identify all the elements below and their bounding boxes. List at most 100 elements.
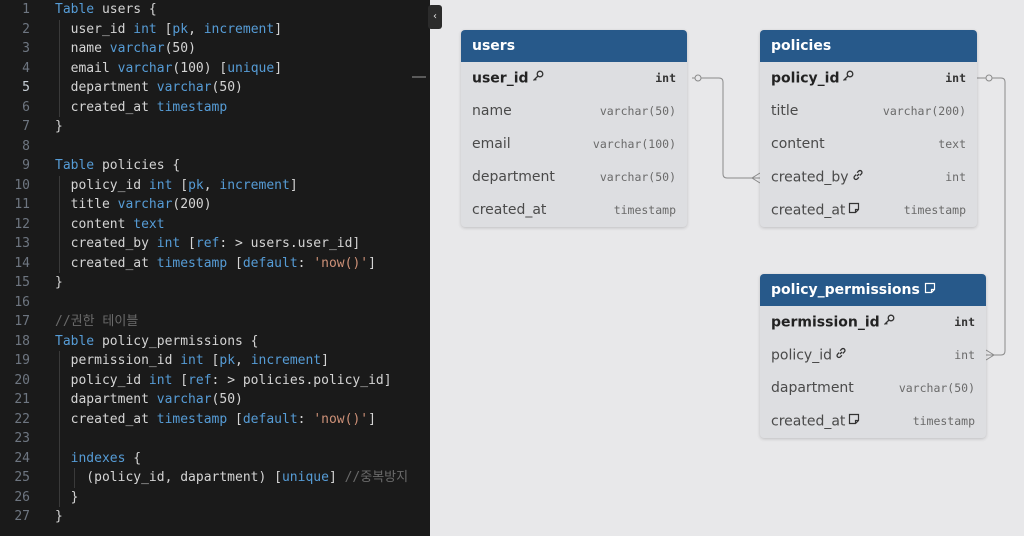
code-line[interactable]: 14 created_at timestamp [default: 'now()… (0, 254, 430, 274)
line-number: 9 (22, 158, 30, 173)
diagram-canvas[interactable]: users user_id int name varchar(50) email varc… (430, 0, 1024, 536)
indent-guide (73, 468, 75, 488)
line-number: 15 (14, 275, 30, 290)
code-text: Table users { (55, 2, 157, 17)
code-line[interactable]: 2 user_id int [pk, increment] (0, 20, 430, 40)
field-name: user_id (472, 70, 529, 87)
code-line[interactable]: 7} (0, 117, 430, 137)
line-number: 1 (22, 2, 30, 17)
field-name: created_at (771, 202, 846, 219)
link-icon (835, 339, 847, 372)
field-type: timestamp (613, 203, 676, 217)
table-header-users[interactable]: users (461, 30, 687, 62)
code-text: } (55, 275, 63, 290)
field-row-dapartment[interactable]: dapartment varchar(50) (760, 372, 986, 405)
code-line[interactable]: 10 policy_id int [pk, increment] (0, 176, 430, 196)
code-line[interactable]: 24 indexes { (0, 449, 430, 469)
table-header-policy-permissions[interactable]: policy_permissions (760, 274, 986, 306)
field-row-created-at[interactable]: created_at timestamp (760, 194, 977, 227)
code-line[interactable]: 22 created_at timestamp [default: 'now()… (0, 410, 430, 430)
code-text: } (55, 119, 63, 134)
table-title: policies (771, 38, 832, 54)
code-text: Table policy_permissions { (55, 333, 259, 349)
code-line[interactable]: 23 (0, 429, 430, 449)
field-row-created-by[interactable]: created_by int (760, 161, 977, 194)
key-icon (532, 62, 544, 95)
field-type: timestamp (912, 414, 975, 428)
code-text: title varchar(200) (55, 197, 212, 212)
table-users[interactable]: users user_id int name varchar(50) email varc… (461, 30, 687, 227)
field-row-email[interactable]: email varchar(100) (461, 128, 687, 161)
code-line[interactable]: 11 title varchar(200) (0, 195, 430, 215)
code-text: (policy_id, dapartment) [unique] //중복방지 (55, 470, 409, 485)
field-name: created_by (771, 169, 849, 186)
code-line[interactable]: 17 //권한 테이블 (0, 312, 430, 332)
collapse-panel-button[interactable]: ‹ (428, 5, 442, 29)
field-row-policy-id[interactable]: policy_id int (760, 339, 986, 372)
code-line[interactable]: 18 Table policy_permissions { (0, 332, 430, 352)
field-row-created-at[interactable]: created_at timestamp (760, 405, 986, 438)
line-number: 26 (14, 489, 30, 505)
table-title: users (472, 38, 516, 54)
code-text: created_at timestamp (55, 99, 228, 115)
code-text: dapartment varchar(50) (55, 392, 243, 407)
code-line[interactable]: 21 dapartment varchar(50) (0, 390, 430, 410)
field-name: created_at (472, 202, 547, 218)
note-icon[interactable] (924, 274, 936, 306)
table-policies[interactable]: policies policy_id int title varchar(200) co… (760, 30, 977, 227)
field-type: timestamp (903, 203, 966, 217)
table-header-policies[interactable]: policies (760, 30, 977, 62)
line-number: 8 (22, 138, 30, 154)
line-number: 4 (22, 60, 30, 76)
field-row-permission-id[interactable]: permission_id int (760, 306, 986, 339)
code-line[interactable]: 6 created_at timestamp (0, 98, 430, 118)
code-line[interactable]: 16 (0, 293, 430, 313)
key-icon (883, 306, 895, 339)
code-line[interactable]: 19 permission_id int [pk, increment] (0, 351, 430, 371)
code-line[interactable]: 12 content text (0, 215, 430, 235)
code-line[interactable]: 13 created_by int [ref: > users.user_id] (0, 234, 430, 254)
field-name: email (472, 136, 511, 152)
code-line[interactable]: 26 } (0, 488, 430, 508)
code-text: department varchar(50) (55, 80, 243, 95)
line-number: 18 (14, 333, 30, 349)
field-type: varchar(50) (898, 381, 975, 395)
code-editor[interactable]: 1 Table users { 2 user_id int [pk, increme… (0, 0, 430, 536)
field-type: int (655, 71, 676, 85)
field-row-created-at[interactable]: created_at timestamp (461, 194, 687, 227)
code-line[interactable]: 8 (0, 137, 430, 157)
table-policy-permissions[interactable]: policy_permissions permission_id int polic… (760, 274, 986, 438)
code-line[interactable]: 9 Table policies { (0, 156, 430, 176)
code-line[interactable]: 1 Table users { (0, 0, 430, 20)
field-name: policy_id (771, 70, 840, 87)
code-line[interactable]: 20 policy_id int [ref: > policies.policy… (0, 371, 430, 391)
field-row-content[interactable]: content text (760, 128, 977, 161)
field-name: title (771, 103, 799, 119)
field-type: int (954, 315, 975, 329)
field-name: department (472, 169, 555, 185)
code-line[interactable]: 25 (policy_id, dapartment) [unique] //중복… (0, 468, 430, 488)
field-type: text (938, 137, 966, 151)
indent-guide (59, 175, 60, 273)
line-number: 5 (22, 80, 30, 95)
line-number: 14 (14, 255, 30, 271)
code-text: indexes { (70, 450, 142, 466)
code-line[interactable]: 3 name varchar(50) (0, 39, 430, 59)
code-text: created_at timestamp [default: 'now()'] (55, 411, 376, 427)
code-line[interactable]: 27} (0, 507, 430, 527)
code-line[interactable]: 15} (0, 273, 430, 293)
indent-guide (59, 19, 60, 117)
field-row-department[interactable]: department varchar(50) (461, 161, 687, 194)
code-text: policy_id int [ref: > policies.policy_id… (55, 372, 392, 388)
field-type: varchar(50) (599, 104, 676, 118)
field-type: varchar(50) (599, 170, 676, 184)
field-row-user-id[interactable]: user_id int (461, 62, 687, 95)
line-number: 22 (14, 411, 30, 427)
line-number: 21 (14, 392, 30, 407)
code-line[interactable]: 5 department varchar(50) (0, 78, 430, 98)
field-row-name[interactable]: name varchar(50) (461, 95, 687, 128)
code-line[interactable]: 4 email varchar(100) [unique] (0, 59, 430, 79)
field-row-title[interactable]: title varchar(200) (760, 95, 977, 128)
field-row-policy-id[interactable]: policy_id int (760, 62, 977, 95)
line-number: 6 (22, 99, 30, 115)
